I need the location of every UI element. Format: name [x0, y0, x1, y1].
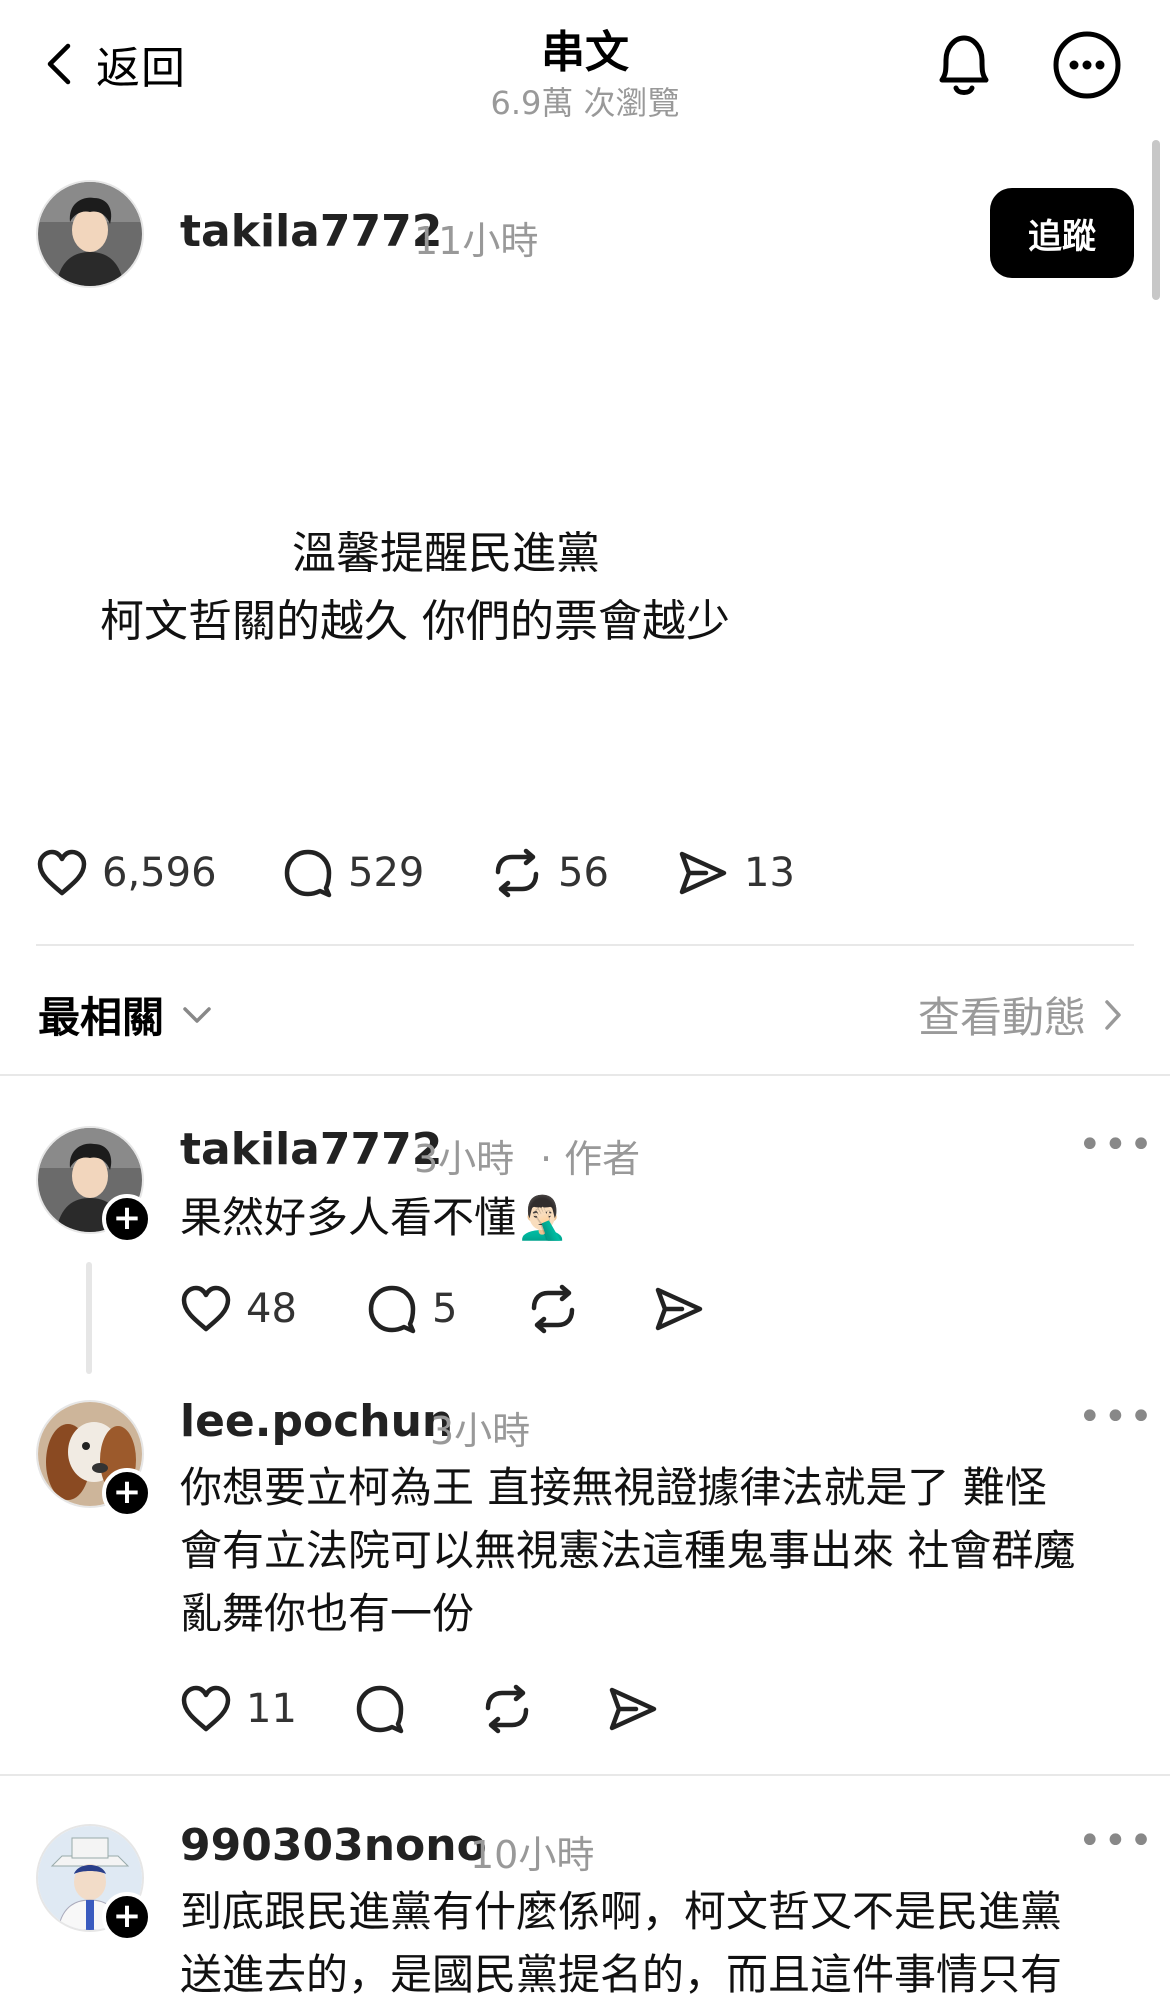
- comment-icon: [282, 848, 334, 898]
- reply-actions: 11: [180, 1684, 660, 1734]
- reply-line: 你想要立柯為王 直接無視證據律法就是了 難怪: [180, 1463, 1047, 1512]
- post-line: 溫馨提醒民進黨: [292, 528, 600, 579]
- repost-icon: [480, 1684, 534, 1734]
- reply-line: 亂舞你也有一份: [180, 1589, 475, 1638]
- reply-username[interactable]: lee.pochun: [180, 1396, 453, 1447]
- divider: [36, 944, 1134, 946]
- follow-plus-button[interactable]: +: [102, 1892, 152, 1942]
- thread-line: [86, 1262, 92, 1374]
- follow-plus-button[interactable]: +: [102, 1468, 152, 1518]
- reply-actions: 48 5: [180, 1284, 706, 1334]
- repost-icon: [526, 1284, 580, 1334]
- sort-label: 最相關: [38, 993, 165, 1042]
- follow-button[interactable]: 追蹤: [990, 188, 1134, 278]
- reply-text: 到底跟民進黨有什麼係啊，柯文哲又不是民進黨 送進去的，是國民黨提名的，而且這件事…: [180, 1880, 1130, 2006]
- more-options-button[interactable]: [1052, 30, 1122, 100]
- more-horizontal-icon: [1052, 30, 1122, 100]
- reply-username[interactable]: 990303nono: [180, 1820, 487, 1871]
- like-count: 6,596: [102, 850, 217, 896]
- reply-line: 到底跟民進黨有什麼係啊，柯文哲又不是民進黨: [180, 1887, 1063, 1936]
- comment-button[interactable]: 529: [282, 848, 490, 898]
- like-button[interactable]: 11: [180, 1685, 354, 1733]
- reply-line: 會有立法院可以無視憲法這種鬼事出來 社會群魔: [180, 1526, 1076, 1575]
- post-actions: 6,596 529 56 13: [36, 848, 795, 898]
- bell-icon: [932, 30, 996, 100]
- repost-button[interactable]: [526, 1284, 652, 1334]
- reply-time: 3小時: [414, 1137, 515, 1181]
- heart-icon: [180, 1685, 232, 1733]
- reply-text: 你想要立柯為王 直接無視證據律法就是了 難怪 會有立法院可以無視憲法這種鬼事出來…: [180, 1456, 1130, 1645]
- heart-icon: [180, 1285, 232, 1333]
- reply-username[interactable]: takila7772: [180, 1124, 442, 1175]
- scrollbar[interactable]: [1152, 140, 1160, 300]
- comment-icon: [354, 1684, 406, 1734]
- repost-button[interactable]: [480, 1684, 606, 1734]
- comment-button[interactable]: 5: [366, 1284, 526, 1334]
- comment-count: 529: [348, 850, 425, 896]
- chevron-right-icon: [1104, 999, 1122, 1031]
- post-line: 柯文哲關的越久 你們的票會越少: [100, 596, 730, 647]
- share-count: 13: [744, 850, 795, 896]
- like-count: 48: [246, 1286, 297, 1332]
- reply-time: 10小時: [470, 1833, 595, 1877]
- view-activity-link[interactable]: 查看動態: [918, 984, 1122, 1045]
- more-horizontal-icon[interactable]: •••: [1078, 1122, 1155, 1168]
- more-horizontal-icon[interactable]: •••: [1078, 1394, 1155, 1440]
- like-button[interactable]: 48: [180, 1285, 366, 1333]
- view-activity-label: 查看動態: [917, 993, 1086, 1042]
- follow-plus-button[interactable]: +: [102, 1194, 152, 1244]
- sort-dropdown[interactable]: 最相關: [38, 984, 212, 1045]
- comment-icon: [366, 1284, 418, 1334]
- divider: [0, 1774, 1170, 1776]
- avatar[interactable]: [36, 180, 144, 288]
- like-count: 11: [246, 1686, 297, 1732]
- notification-button[interactable]: [932, 30, 996, 100]
- author-tag: · 作者: [540, 1137, 641, 1181]
- chevron-down-icon: [182, 1005, 212, 1025]
- share-button[interactable]: [652, 1284, 706, 1334]
- send-icon: [652, 1284, 706, 1334]
- send-icon: [676, 848, 730, 898]
- repost-count: 56: [558, 850, 609, 896]
- send-icon: [606, 1684, 660, 1734]
- reply-time: 3小時: [430, 1409, 531, 1453]
- post-text: 溫馨提醒民進黨 柯文哲關的越久 你們的票會越少: [100, 520, 800, 656]
- reply-text: 果然好多人看不懂🤦🏻‍♂️: [180, 1193, 569, 1242]
- repost-icon: [490, 848, 544, 898]
- share-button[interactable]: [606, 1684, 660, 1734]
- share-button[interactable]: 13: [676, 848, 795, 898]
- comment-count: 5: [432, 1286, 458, 1332]
- repost-button[interactable]: 56: [490, 848, 676, 898]
- comment-button[interactable]: [354, 1684, 480, 1734]
- more-horizontal-icon[interactable]: •••: [1078, 1818, 1155, 1864]
- post-time: 11小時: [414, 219, 539, 263]
- post-username[interactable]: takila7772: [180, 206, 442, 257]
- like-button[interactable]: 6,596: [36, 849, 282, 897]
- divider: [0, 1074, 1170, 1076]
- reply-line: 送進去的，是國民黨提名的，而且這件事情只有: [180, 1950, 1063, 1999]
- heart-icon: [36, 849, 88, 897]
